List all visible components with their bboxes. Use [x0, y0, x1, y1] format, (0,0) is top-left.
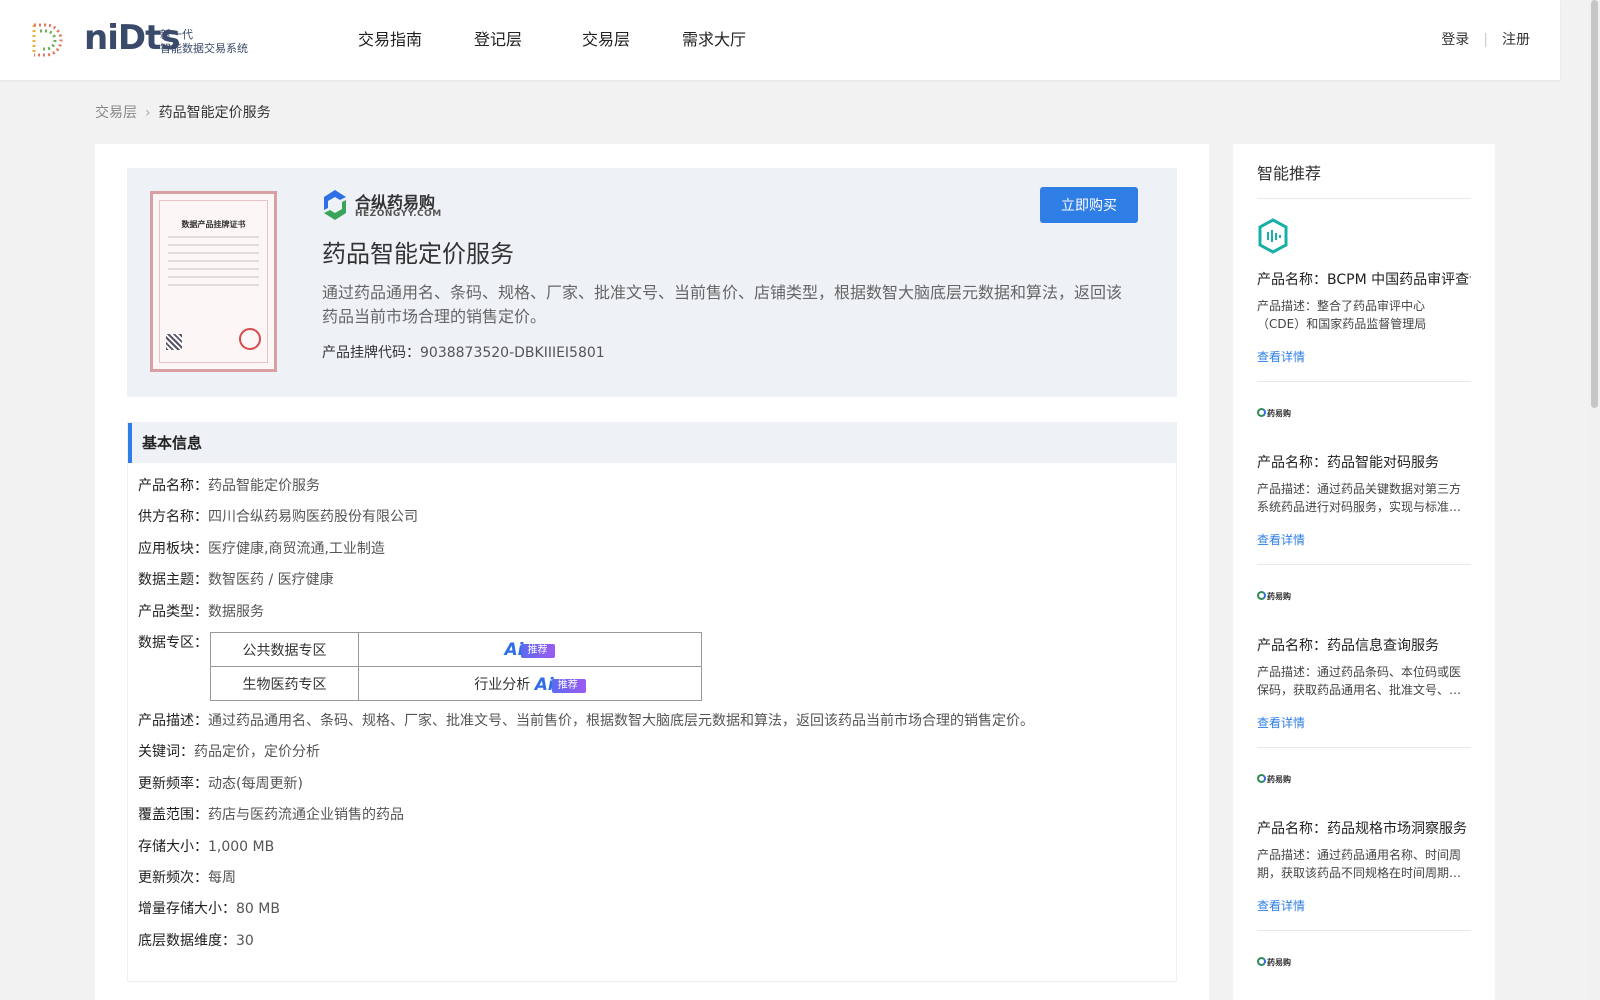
certificate-title: 数据产品挂牌证书: [181, 220, 246, 229]
logo-d-icon: [32, 23, 63, 57]
main-nav: 交易指南 登记层 交易层 需求大厅: [358, 0, 798, 80]
info-row: 覆盖范围：药店与医药流通企业销售的药品: [138, 807, 404, 823]
brand-url: HEZONGYY.COM: [355, 209, 442, 219]
product-main: 数据产品挂牌证书 合纵药易购 HEZONGYY.COM 立即购买 药品智能定价服…: [95, 144, 1209, 1000]
view-details-link[interactable]: 查看详情: [1257, 897, 1305, 914]
provider-brand-logo: 合纵药易购 HEZONGYY.COM: [322, 188, 442, 222]
view-details-link[interactable]: 查看详情: [1257, 348, 1305, 365]
recommend-product-desc: 产品描述：通过药品条码、本位码或医保码，获取药品通用名、批准文号、…: [1257, 665, 1462, 697]
recommend-product-name: 产品名称：药品信息查询服务: [1257, 638, 1439, 654]
info-row: 产品类型：数据服务: [138, 604, 264, 620]
ai-recommend-badge-icon: Ai 推荐: [505, 641, 556, 659]
info-row: 更新频率：动态(每周更新): [138, 776, 303, 792]
basic-info-panel: 基本信息 产品名称：药品智能定价服务 供方名称：四川合纵药易购医药股份有限公司 …: [127, 422, 1177, 982]
recommend-product-desc: 产品描述：整合了药品审评中心（CDE）和国家药品监督管理局（NMPA）等多…: [1257, 299, 1427, 331]
info-row: 更新频次：每周: [138, 870, 236, 886]
scrollbar-thumb[interactable]: [1591, 0, 1598, 408]
zone-name[interactable]: 公共数据专区: [210, 632, 359, 667]
nav-trade-layer[interactable]: 交易层: [582, 0, 630, 80]
recommendation-sidebar: 智能推荐 产品名称：BCPM 中国药品审评查询 产品描述：整合了药品审评中心（C…: [1233, 144, 1495, 1000]
table-row: 公共数据专区 Ai 推荐: [210, 632, 702, 667]
zone-tags: Ai 推荐: [358, 632, 702, 667]
data-zone-label: 数据专区：: [138, 635, 208, 651]
login-link[interactable]: 登录: [1441, 32, 1469, 48]
sidebar-title: 智能推荐: [1257, 164, 1322, 183]
seal-icon: [239, 328, 261, 350]
product-logo-icon: [1258, 218, 1288, 254]
auth-links: 登录 | 注册: [1441, 0, 1530, 80]
provider-mini-logo: 药易购: [1257, 957, 1291, 968]
chevron-right-icon: ›: [145, 105, 151, 121]
recommend-product-desc: 产品描述：通过药品通用名称、时间周期，获取该药品不同规格在时间周期…: [1257, 848, 1462, 880]
provider-mini-logo: 药易购: [1257, 774, 1291, 785]
brand-mark-icon: [324, 190, 346, 220]
data-zone-table: 公共数据专区 Ai 推荐 生物医药专区 行业分析 Ai 推荐: [210, 632, 702, 701]
info-row: 关键词：药品定价，定价分析: [138, 744, 320, 760]
divider: [1257, 381, 1471, 382]
recommend-product-desc: 产品描述：通过药品关键数据对第三方系统药品进行对码服务，实现与标准…: [1257, 482, 1462, 514]
buy-now-button[interactable]: 立即购买: [1040, 187, 1138, 223]
product-title: 药品智能定价服务: [322, 240, 514, 268]
listing-certificate-image[interactable]: 数据产品挂牌证书: [150, 191, 277, 372]
ai-recommend-badge-icon: Ai 推荐: [535, 676, 586, 694]
product-description: 通过药品通用名、条码、规格、厂家、批准文号、当前售价、店铺类型，根据数智大脑底层…: [322, 283, 1123, 326]
recommend-product-name: 产品名称：药品规格市场洞察服务: [1257, 821, 1467, 837]
info-row: 数据主题：数智医药 / 医疗健康: [138, 572, 334, 588]
breadcrumb: 交易层 › 药品智能定价服务: [95, 102, 271, 122]
provider-mini-logo: 药易购: [1257, 591, 1291, 602]
info-row: 应用板块：医疗健康,商贸流通,工业制造: [138, 541, 385, 557]
info-row: 增量存储大小：80 MB: [138, 901, 280, 917]
info-row: 存储大小：1,000 MB: [138, 839, 275, 855]
product-hero: 数据产品挂牌证书 合纵药易购 HEZONGYY.COM 立即购买 药品智能定价服…: [127, 168, 1177, 397]
zone-tags: 行业分析 Ai 推荐: [358, 666, 702, 701]
divider: [1257, 564, 1471, 565]
info-row: 产品描述：通过药品通用名、条码、规格、厂家、批准文号、当前售价，根据数智大脑底层…: [138, 713, 1034, 729]
nav-demand-hall[interactable]: 需求大厅: [682, 0, 746, 80]
provider-mini-logo: 药易购: [1257, 408, 1291, 419]
zone-name[interactable]: 生物医药专区: [210, 666, 359, 701]
listing-code-label: 产品挂牌代码：: [322, 345, 420, 361]
nav-trade-guide[interactable]: 交易指南: [358, 0, 422, 80]
recommend-product-name: 产品名称：药品智能对码服务: [1257, 455, 1439, 471]
info-row: 底层数据维度：30: [138, 933, 254, 949]
divider: [1257, 198, 1471, 199]
table-row: 生物医药专区 行业分析 Ai 推荐: [210, 666, 702, 701]
register-link[interactable]: 注册: [1502, 32, 1530, 48]
breadcrumb-current: 药品智能定价服务: [158, 105, 271, 121]
qr-code-icon: [166, 334, 182, 350]
listing-code-value: 9038873520-DBKIIIEI5801: [420, 345, 605, 361]
info-row: 供方名称：四川合纵药易购医药股份有限公司: [138, 509, 418, 525]
divider: [1257, 747, 1471, 748]
view-details-link[interactable]: 查看详情: [1257, 714, 1305, 731]
product-listing-code: 产品挂牌代码：9038873520-DBKIIIEI5801: [322, 342, 605, 362]
info-row: 产品名称：药品智能定价服务: [138, 478, 320, 494]
basic-info-heading: 基本信息: [128, 423, 1176, 463]
recommend-product-name: 产品名称：BCPM 中国药品审评查询: [1257, 272, 1471, 288]
auth-separator: |: [1483, 32, 1488, 48]
divider: [1257, 930, 1471, 931]
breadcrumb-parent[interactable]: 交易层: [95, 105, 137, 121]
top-header: niDts 新一代 智能数据交易系统 交易指南 登记层 交易层 需求大厅 登录 |…: [0, 0, 1560, 80]
site-logo[interactable]: niDts 新一代 智能数据交易系统: [28, 18, 268, 60]
view-details-link[interactable]: 查看详情: [1257, 531, 1305, 548]
logo-subtitle: 新一代 智能数据交易系统: [160, 28, 248, 55]
nav-register-layer[interactable]: 登记层: [474, 0, 522, 80]
